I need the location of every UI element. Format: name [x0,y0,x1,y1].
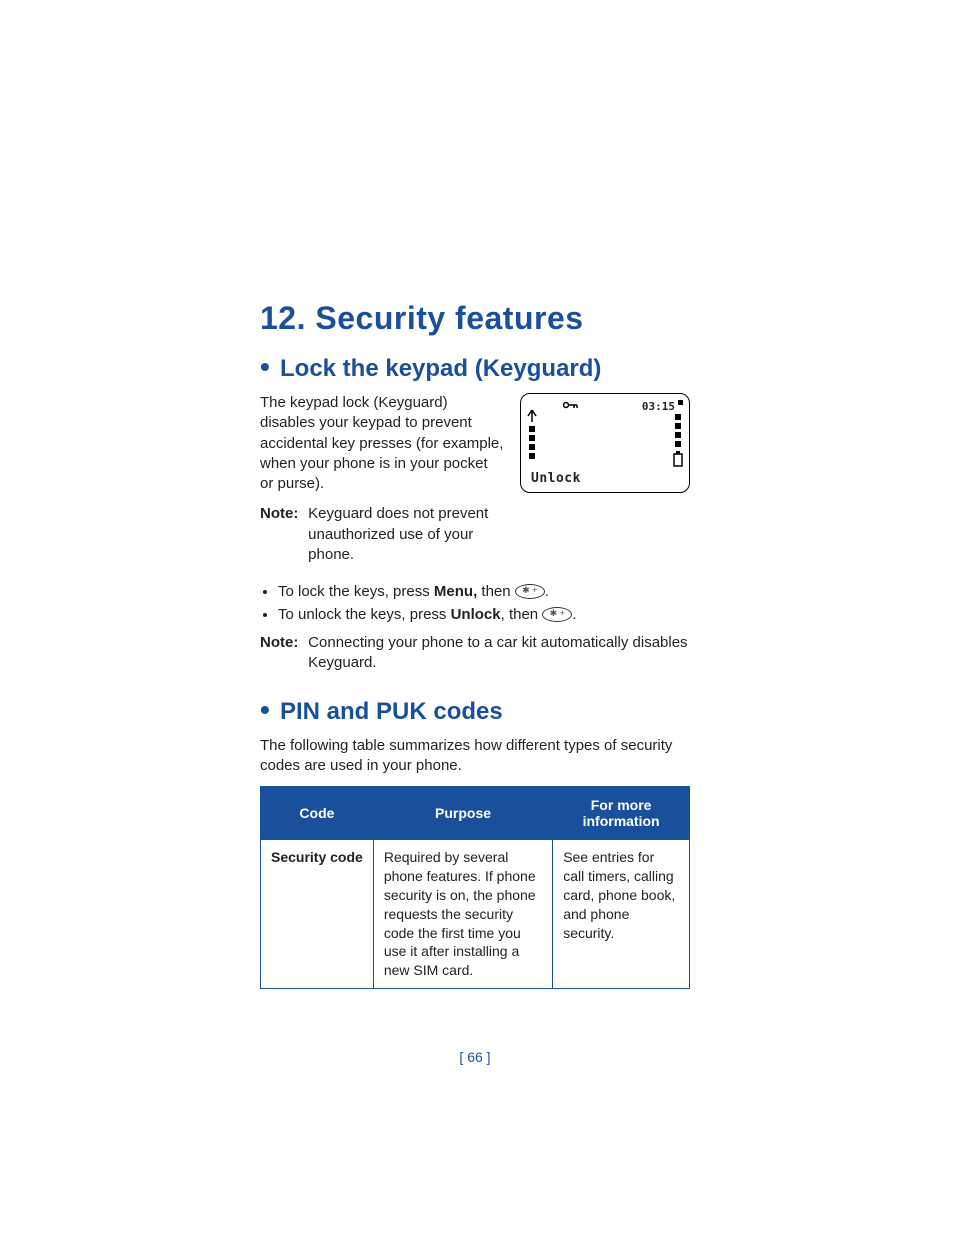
th-code: Code [261,787,374,840]
keyguard-note-2: Note: Connecting your phone to a car kit… [260,633,690,674]
section-keyguard-heading: Lock the keypad (Keyguard) [260,355,690,383]
phone-indicator-dot [678,400,683,405]
section-pin-puk-heading: PIN and PUK codes [260,698,690,726]
keyguard-intro: The keypad lock (Keyguard) disables your… [260,393,504,494]
star-key-icon: ✱ + [542,607,572,622]
pin-puk-intro: The following table summarizes how diffe… [260,736,690,777]
chapter-number: 12. [260,300,306,336]
chapter-title: 12. Security features [260,300,690,337]
th-info: For more information [553,787,690,840]
td-code: Security code [261,840,374,989]
phone-time: 03:15 [642,400,675,413]
keyguard-intro-text: The keypad lock (Keyguard) disables your… [260,393,504,575]
phone-softkey-label: Unlock [531,471,581,486]
note-label: Note: [260,633,304,653]
page: 12. Security features Lock the keypad (K… [0,0,954,1125]
page-number: [ 66 ] [260,1049,690,1065]
table-row: Security code Required by several phone … [261,840,690,989]
codes-table: Code Purpose For more information Securi… [260,786,690,989]
chapter-name: Security features [315,300,583,336]
keyguard-steps: To lock the keys, press Menu, then ✱ +. … [260,583,690,623]
star-key-icon: ✱ + [515,584,545,599]
table-header-row: Code Purpose For more information [261,787,690,840]
step-lock: To lock the keys, press Menu, then ✱ +. [278,583,690,600]
keyguard-note-1: Note: Keyguard does not prevent unauthor… [260,504,504,565]
note-label: Note: [260,504,304,524]
td-info: See entries for call timers, calling car… [553,840,690,989]
step-unlock: To unlock the keys, press Unlock, then ✱… [278,606,690,623]
td-purpose: Required by several phone features. If p… [373,840,552,989]
content-column: 12. Security features Lock the keypad (K… [260,300,690,1065]
keyguard-intro-block: The keypad lock (Keyguard) disables your… [260,393,690,575]
th-purpose: Purpose [373,787,552,840]
note-body: Keyguard does not prevent unauthorized u… [308,504,502,565]
signal-bars-icon [527,410,537,473]
lock-icon [563,400,579,413]
phone-screen-illustration: 03:15 [520,393,690,493]
note-body: Connecting your phone to a car kit autom… [308,633,688,674]
battery-bars-icon [673,410,683,473]
